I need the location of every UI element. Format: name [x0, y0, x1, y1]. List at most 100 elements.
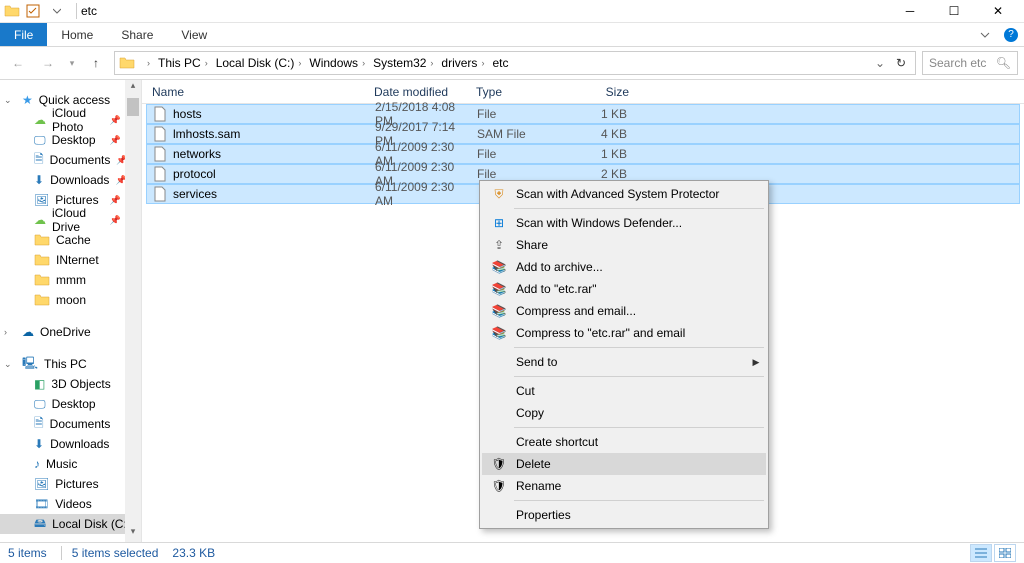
menu-rename[interactable]: 🛡 Rename — [482, 475, 766, 497]
minimize-button[interactable]: ─ — [888, 0, 932, 22]
address-bar[interactable]: › This PC› Local Disk (C:)› Windows› Sys… — [114, 51, 916, 75]
nav-item-icloud-photo[interactable]: ☁iCloud Photo📌 — [0, 110, 141, 130]
breadcrumb-chevron[interactable]: › — [139, 52, 154, 74]
nav-onedrive[interactable]: › ☁ OneDrive — [0, 322, 141, 342]
nav-item-cache[interactable]: Cache — [0, 230, 141, 250]
maximize-button[interactable]: ☐ — [932, 0, 976, 22]
uac-shield-icon: 🛡 — [491, 479, 506, 493]
search-input[interactable]: Search etc 🔍︎ — [922, 51, 1018, 75]
file-row[interactable]: hosts 2/15/2018 4:08 PM File 1 KB — [146, 104, 1020, 124]
ribbon-expand-icon[interactable] — [972, 23, 998, 46]
nav-item-documents[interactable]: 🗎Documents📌 — [0, 150, 141, 170]
status-selected-count: 5 items selected — [61, 546, 159, 560]
menu-delete[interactable]: 🛡Delete — [482, 453, 766, 475]
menu-share[interactable]: ⇪Share — [482, 234, 766, 256]
nav-item-desktop-pc[interactable]: 🖵Desktop — [0, 394, 141, 414]
nav-item-local-disk[interactable]: 🖴Local Disk (C:) — [0, 514, 141, 534]
thumbnails-view-button[interactable] — [994, 544, 1016, 562]
nav-label: OneDrive — [40, 325, 91, 339]
nav-label: Downloads — [50, 173, 109, 187]
nav-scrollbar[interactable] — [125, 80, 141, 542]
menu-label: Send to — [512, 355, 746, 369]
tab-view[interactable]: View — [167, 23, 221, 46]
tab-file[interactable]: File — [0, 23, 47, 46]
nav-item-internet[interactable]: INternet — [0, 250, 141, 270]
nav-label: Videos — [55, 497, 91, 511]
menu-send-to[interactable]: Send to▶ — [482, 351, 766, 373]
chevron-right-icon[interactable]: › — [4, 327, 14, 337]
menu-cut[interactable]: Cut — [482, 380, 766, 402]
details-view-button[interactable] — [970, 544, 992, 562]
nav-item-desktop[interactable]: 🖵Desktop📌 — [0, 130, 141, 150]
column-date[interactable]: Date modified — [368, 85, 470, 99]
menu-properties[interactable]: Properties — [482, 504, 766, 526]
menu-label: Delete — [512, 457, 766, 471]
nav-item-icloud-drive[interactable]: ☁iCloud Drive📌 — [0, 210, 141, 230]
nav-label: moon — [56, 293, 86, 307]
close-button[interactable]: ✕ — [976, 0, 1020, 22]
file-row[interactable]: lmhosts.sam 9/29/2017 7:14 PM SAM File 4… — [146, 124, 1020, 144]
breadcrumb-label: etc — [492, 56, 508, 70]
nav-item-moon[interactable]: moon — [0, 290, 141, 310]
breadcrumb-seg[interactable]: Local Disk (C:)› — [212, 52, 306, 74]
nav-this-pc[interactable]: ⌄🖳This PC — [0, 354, 141, 374]
address-dropdown-icon[interactable]: ⌄ — [871, 56, 889, 70]
nav-label: Documents — [50, 417, 111, 431]
nav-label: 3D Objects — [51, 377, 110, 391]
refresh-button[interactable]: ↻ — [889, 56, 913, 70]
column-size[interactable]: Size — [574, 85, 636, 99]
scroll-thumb[interactable] — [127, 98, 139, 116]
scroll-down-icon[interactable]: ▾ — [125, 526, 141, 542]
nav-item-music[interactable]: ♪Music — [0, 454, 141, 474]
menu-add-etc-rar[interactable]: 📚Add to "etc.rar" — [482, 278, 766, 300]
forward-button[interactable]: → — [36, 51, 60, 75]
breadcrumb-seg[interactable]: Windows› — [305, 52, 369, 74]
file-name: hosts — [173, 107, 202, 121]
nav-item-videos[interactable]: 🎞 Videos — [0, 494, 141, 514]
column-headers: Name Date modified Type Size — [142, 80, 1024, 104]
breadcrumb-seg[interactable]: This PC› — [154, 52, 212, 74]
menu-compress-etc-email[interactable]: 📚Compress to "etc.rar" and email — [482, 322, 766, 344]
videos-icon: 🎞 — [34, 497, 49, 511]
nav-item-downloads[interactable]: ⬇Downloads📌 — [0, 170, 141, 190]
menu-add-archive[interactable]: 📚Add to archive... — [482, 256, 766, 278]
recent-dropdown-icon[interactable]: ▾ — [66, 51, 78, 75]
chevron-down-icon[interactable]: ⌄ — [4, 95, 14, 106]
chevron-down-icon[interactable]: ⌄ — [4, 359, 14, 370]
nav-item-pictures-pc[interactable]: 🖼Pictures — [0, 474, 141, 494]
pin-icon: 📌 — [110, 115, 121, 126]
menu-scan-defender[interactable]: ⊞Scan with Windows Defender... — [482, 212, 766, 234]
pin-icon: 📌 — [110, 215, 121, 226]
onedrive-icon: ☁ — [22, 325, 34, 339]
help-icon[interactable]: ? — [998, 23, 1024, 46]
nav-label: Local Disk (C:) — [52, 517, 131, 531]
column-type[interactable]: Type — [470, 85, 574, 99]
file-row[interactable]: networks 6/11/2009 2:30 AM File 1 KB — [146, 144, 1020, 164]
column-name[interactable]: Name — [142, 85, 368, 99]
menu-label: Rename — [512, 479, 766, 493]
breadcrumb-seg[interactable]: drivers› — [437, 52, 488, 74]
breadcrumb-seg[interactable]: etc — [488, 52, 512, 74]
menu-scan-asp[interactable]: ⛨Scan with Advanced System Protector — [482, 183, 766, 205]
up-button[interactable]: ↑ — [84, 51, 108, 75]
nav-item-3d-objects[interactable]: ◧3D Objects — [0, 374, 141, 394]
menu-copy[interactable]: Copy — [482, 402, 766, 424]
qat-properties-icon[interactable] — [24, 2, 42, 20]
nav-item-documents-pc[interactable]: 🗎Documents — [0, 414, 141, 434]
pictures-icon: 🖼 — [34, 193, 49, 207]
back-button[interactable]: ← — [6, 51, 30, 75]
qat-dropdown-icon[interactable] — [48, 2, 66, 20]
nav-item-mmm[interactable]: mmm — [0, 270, 141, 290]
pin-icon: 📌 — [110, 135, 121, 146]
tab-home[interactable]: Home — [47, 23, 107, 46]
menu-create-shortcut[interactable]: Create shortcut — [482, 431, 766, 453]
defender-icon: ⊞ — [494, 216, 504, 230]
breadcrumb-label: drivers — [441, 56, 477, 70]
breadcrumb-seg[interactable]: System32› — [369, 52, 437, 74]
menu-compress-email[interactable]: 📚Compress and email... — [482, 300, 766, 322]
scroll-up-icon[interactable]: ▴ — [125, 80, 141, 96]
nav-item-downloads-pc[interactable]: ⬇Downloads — [0, 434, 141, 454]
pictures-icon: 🖼 — [34, 477, 49, 491]
menu-label: Create shortcut — [512, 435, 766, 449]
tab-share[interactable]: Share — [107, 23, 167, 46]
